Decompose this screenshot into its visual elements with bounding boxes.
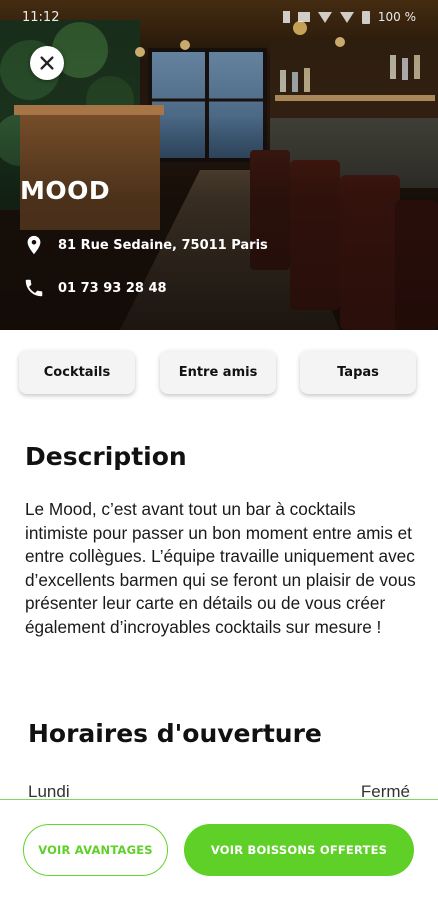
phone-text: 01 73 93 28 48 bbox=[58, 280, 167, 296]
hours-title: Horaires d'ouverture bbox=[28, 719, 322, 748]
phone-row[interactable]: 01 73 93 28 48 bbox=[22, 276, 167, 300]
signal-icon bbox=[339, 11, 354, 23]
tag-entre-amis[interactable]: Entre amis bbox=[160, 350, 276, 394]
tag-cocktails[interactable]: Cocktails bbox=[19, 350, 135, 394]
venue-name: MOOD bbox=[20, 176, 111, 205]
location-pin-icon bbox=[22, 233, 46, 257]
tag-tapas[interactable]: Tapas bbox=[300, 350, 416, 394]
address-row[interactable]: 81 Rue Sedaine, 75011 Paris bbox=[22, 233, 268, 257]
view-advantages-button[interactable]: VOIR AVANTAGES bbox=[23, 824, 168, 876]
close-icon bbox=[40, 56, 54, 70]
status-icons: 100 % bbox=[282, 10, 416, 24]
wifi-icon bbox=[317, 11, 332, 23]
status-bar: 11:12 100 % bbox=[0, 0, 438, 34]
address-text: 81 Rue Sedaine, 75011 Paris bbox=[58, 237, 268, 253]
bottom-action-bar: VOIR AVANTAGES VOIR BOISSONS OFFERTES bbox=[0, 799, 438, 900]
view-free-drinks-button[interactable]: VOIR BOISSONS OFFERTES bbox=[184, 824, 414, 876]
battery-level: 100 % bbox=[377, 10, 416, 24]
description-title: Description bbox=[25, 442, 187, 471]
vibrate-icon bbox=[297, 12, 310, 22]
phone-icon bbox=[22, 276, 46, 300]
hero-image: 11:12 100 % MOOD 81 Rue Sedaine, 75011 P… bbox=[0, 0, 438, 330]
battery-icon bbox=[361, 10, 370, 24]
close-button[interactable] bbox=[30, 46, 64, 80]
status-time: 11:12 bbox=[22, 9, 60, 25]
description-text: Le Mood, c’est avant tout un bar à cockt… bbox=[25, 499, 416, 637]
bluetooth-icon bbox=[282, 11, 290, 23]
tag-list: Cocktails Entre amis Tapas bbox=[0, 350, 438, 396]
